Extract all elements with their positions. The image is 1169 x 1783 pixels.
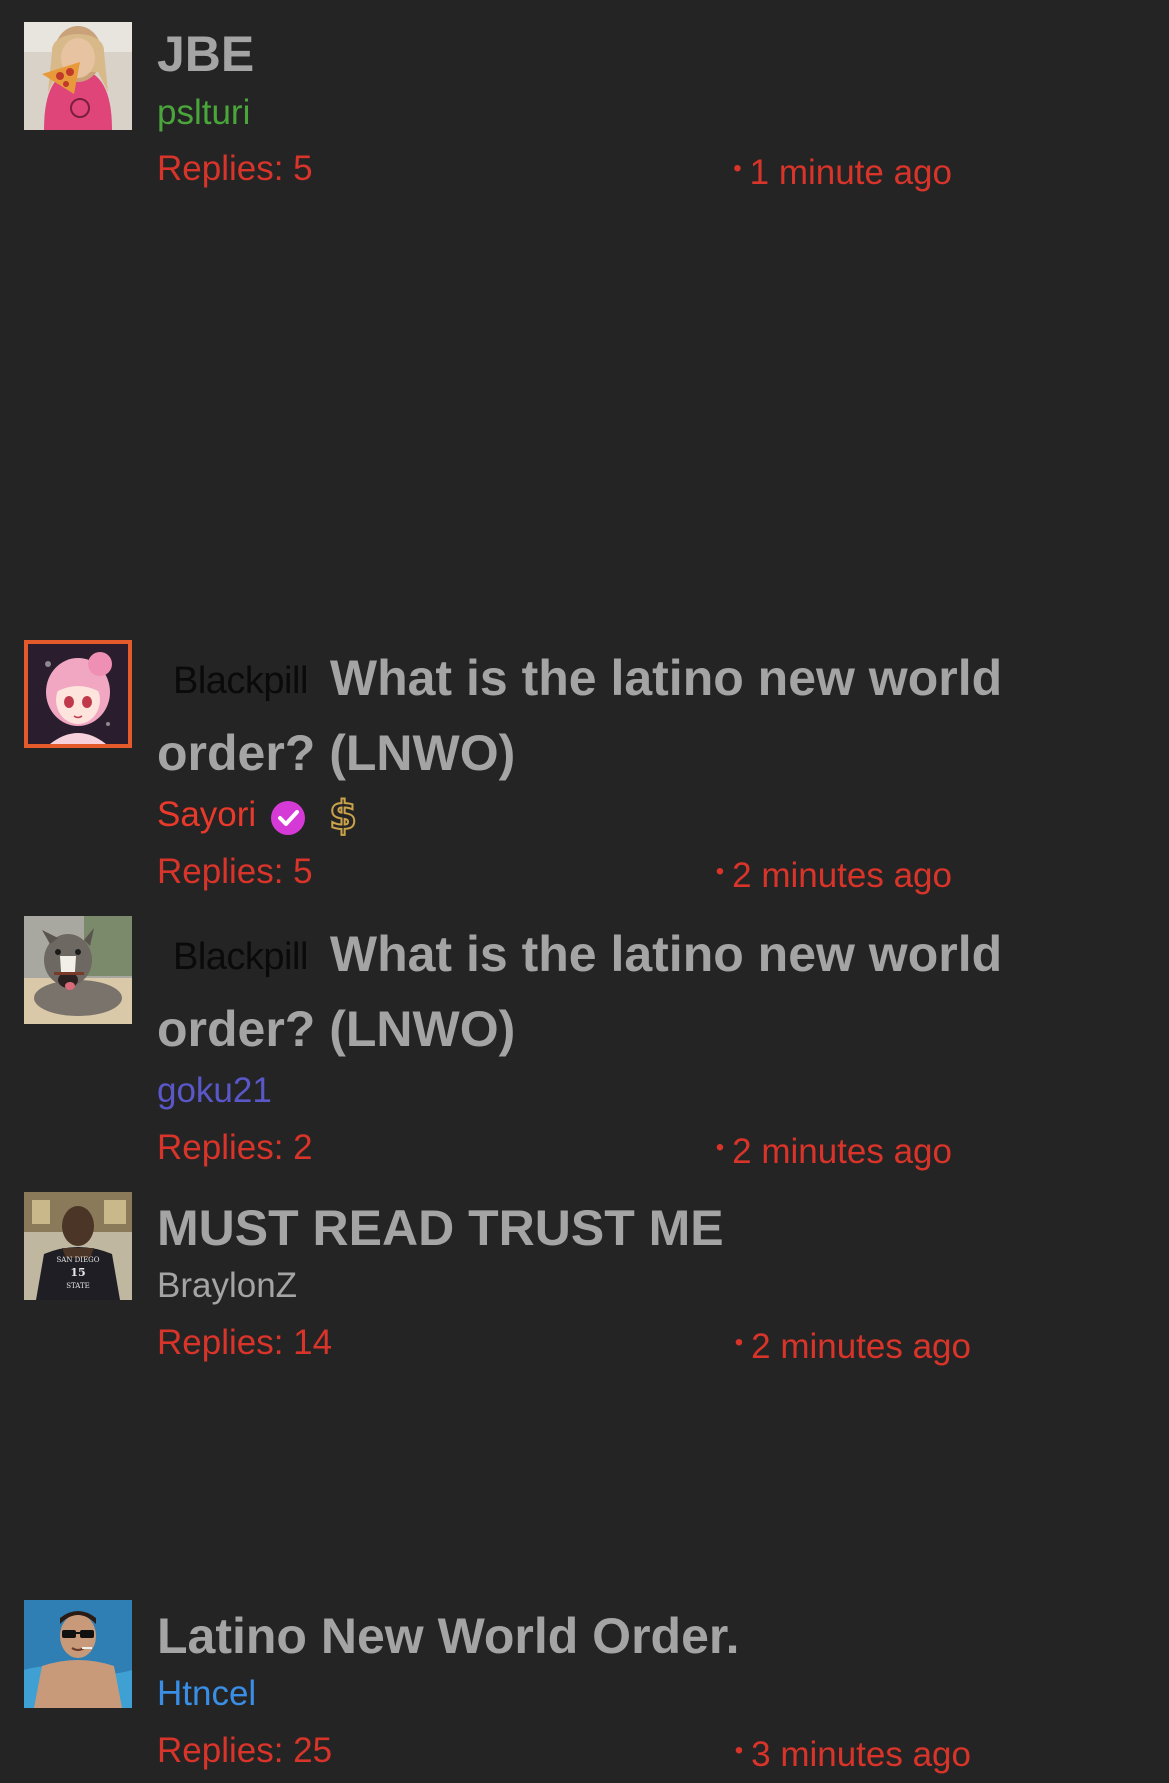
separator-dot: • bbox=[733, 155, 742, 182]
avatar[interactable]: 15 SAN DIEGO STATE bbox=[24, 1192, 132, 1300]
timestamp: • 2 minutes ago bbox=[734, 1327, 971, 1366]
replies-count: Replies: 14 bbox=[157, 1323, 333, 1362]
thread-meta: Replies: 25 • 3 minutes ago bbox=[157, 1723, 1057, 1779]
replies-count: Replies: 2 bbox=[157, 1128, 313, 1167]
author-name[interactable]: goku21 bbox=[157, 1063, 1057, 1119]
svg-text:STATE: STATE bbox=[66, 1282, 90, 1290]
svg-text:15: 15 bbox=[70, 1266, 85, 1279]
thread-title[interactable]: MUST READ TRUST ME bbox=[157, 1196, 1057, 1260]
thread-meta: Replies: 14 • 2 minutes ago bbox=[157, 1315, 1057, 1371]
timestamp: • 3 minutes ago bbox=[734, 1735, 971, 1774]
avatar[interactable] bbox=[24, 1600, 132, 1708]
author-name[interactable]: BraylonZ bbox=[157, 1258, 1057, 1314]
timestamp: • 2 minutes ago bbox=[715, 856, 952, 895]
author-name[interactable]: pslturi bbox=[157, 85, 1057, 141]
avatar[interactable] bbox=[24, 22, 132, 130]
separator-dot: • bbox=[734, 1737, 744, 1764]
separator-dot: • bbox=[715, 1134, 725, 1161]
replies-count: Replies: 25 bbox=[157, 1731, 333, 1770]
svg-text:SAN DIEGO: SAN DIEGO bbox=[56, 1256, 99, 1264]
author-name[interactable]: Htncel bbox=[157, 1666, 1057, 1722]
thread-title[interactable]: Blackpill What is the latino new world or… bbox=[157, 642, 1057, 789]
thread-meta: Replies: 5 • 1 minute ago bbox=[157, 141, 1057, 197]
author-name[interactable]: Sayori $ bbox=[157, 787, 1057, 843]
thread-tag-label[interactable]: Blackpill bbox=[157, 921, 322, 993]
replies-count: Replies: 5 bbox=[157, 149, 313, 188]
replies-count: Replies: 5 bbox=[157, 852, 313, 891]
separator-dot: • bbox=[715, 858, 725, 885]
thread-title[interactable]: Latino New World Order. bbox=[157, 1604, 1057, 1668]
svg-text:$: $ bbox=[329, 793, 357, 837]
thread-title[interactable]: JBE bbox=[157, 26, 1057, 82]
timestamp: • 1 minute ago bbox=[733, 153, 952, 192]
timestamp: • 2 minutes ago bbox=[715, 1132, 952, 1171]
dollar-sign-icon: $ bbox=[326, 792, 360, 840]
thread-tag-label[interactable]: Blackpill bbox=[157, 645, 322, 717]
thread-meta: Replies: 2 • 2 minutes ago bbox=[157, 1120, 1057, 1176]
separator-dot: • bbox=[734, 1329, 744, 1356]
verified-badge-icon bbox=[270, 797, 306, 835]
avatar[interactable] bbox=[24, 640, 132, 748]
avatar[interactable] bbox=[24, 916, 132, 1024]
thread-meta: Replies: 5 • 2 minutes ago bbox=[157, 844, 1057, 900]
thread-title[interactable]: Blackpill What is the latino new world or… bbox=[157, 918, 1057, 1065]
